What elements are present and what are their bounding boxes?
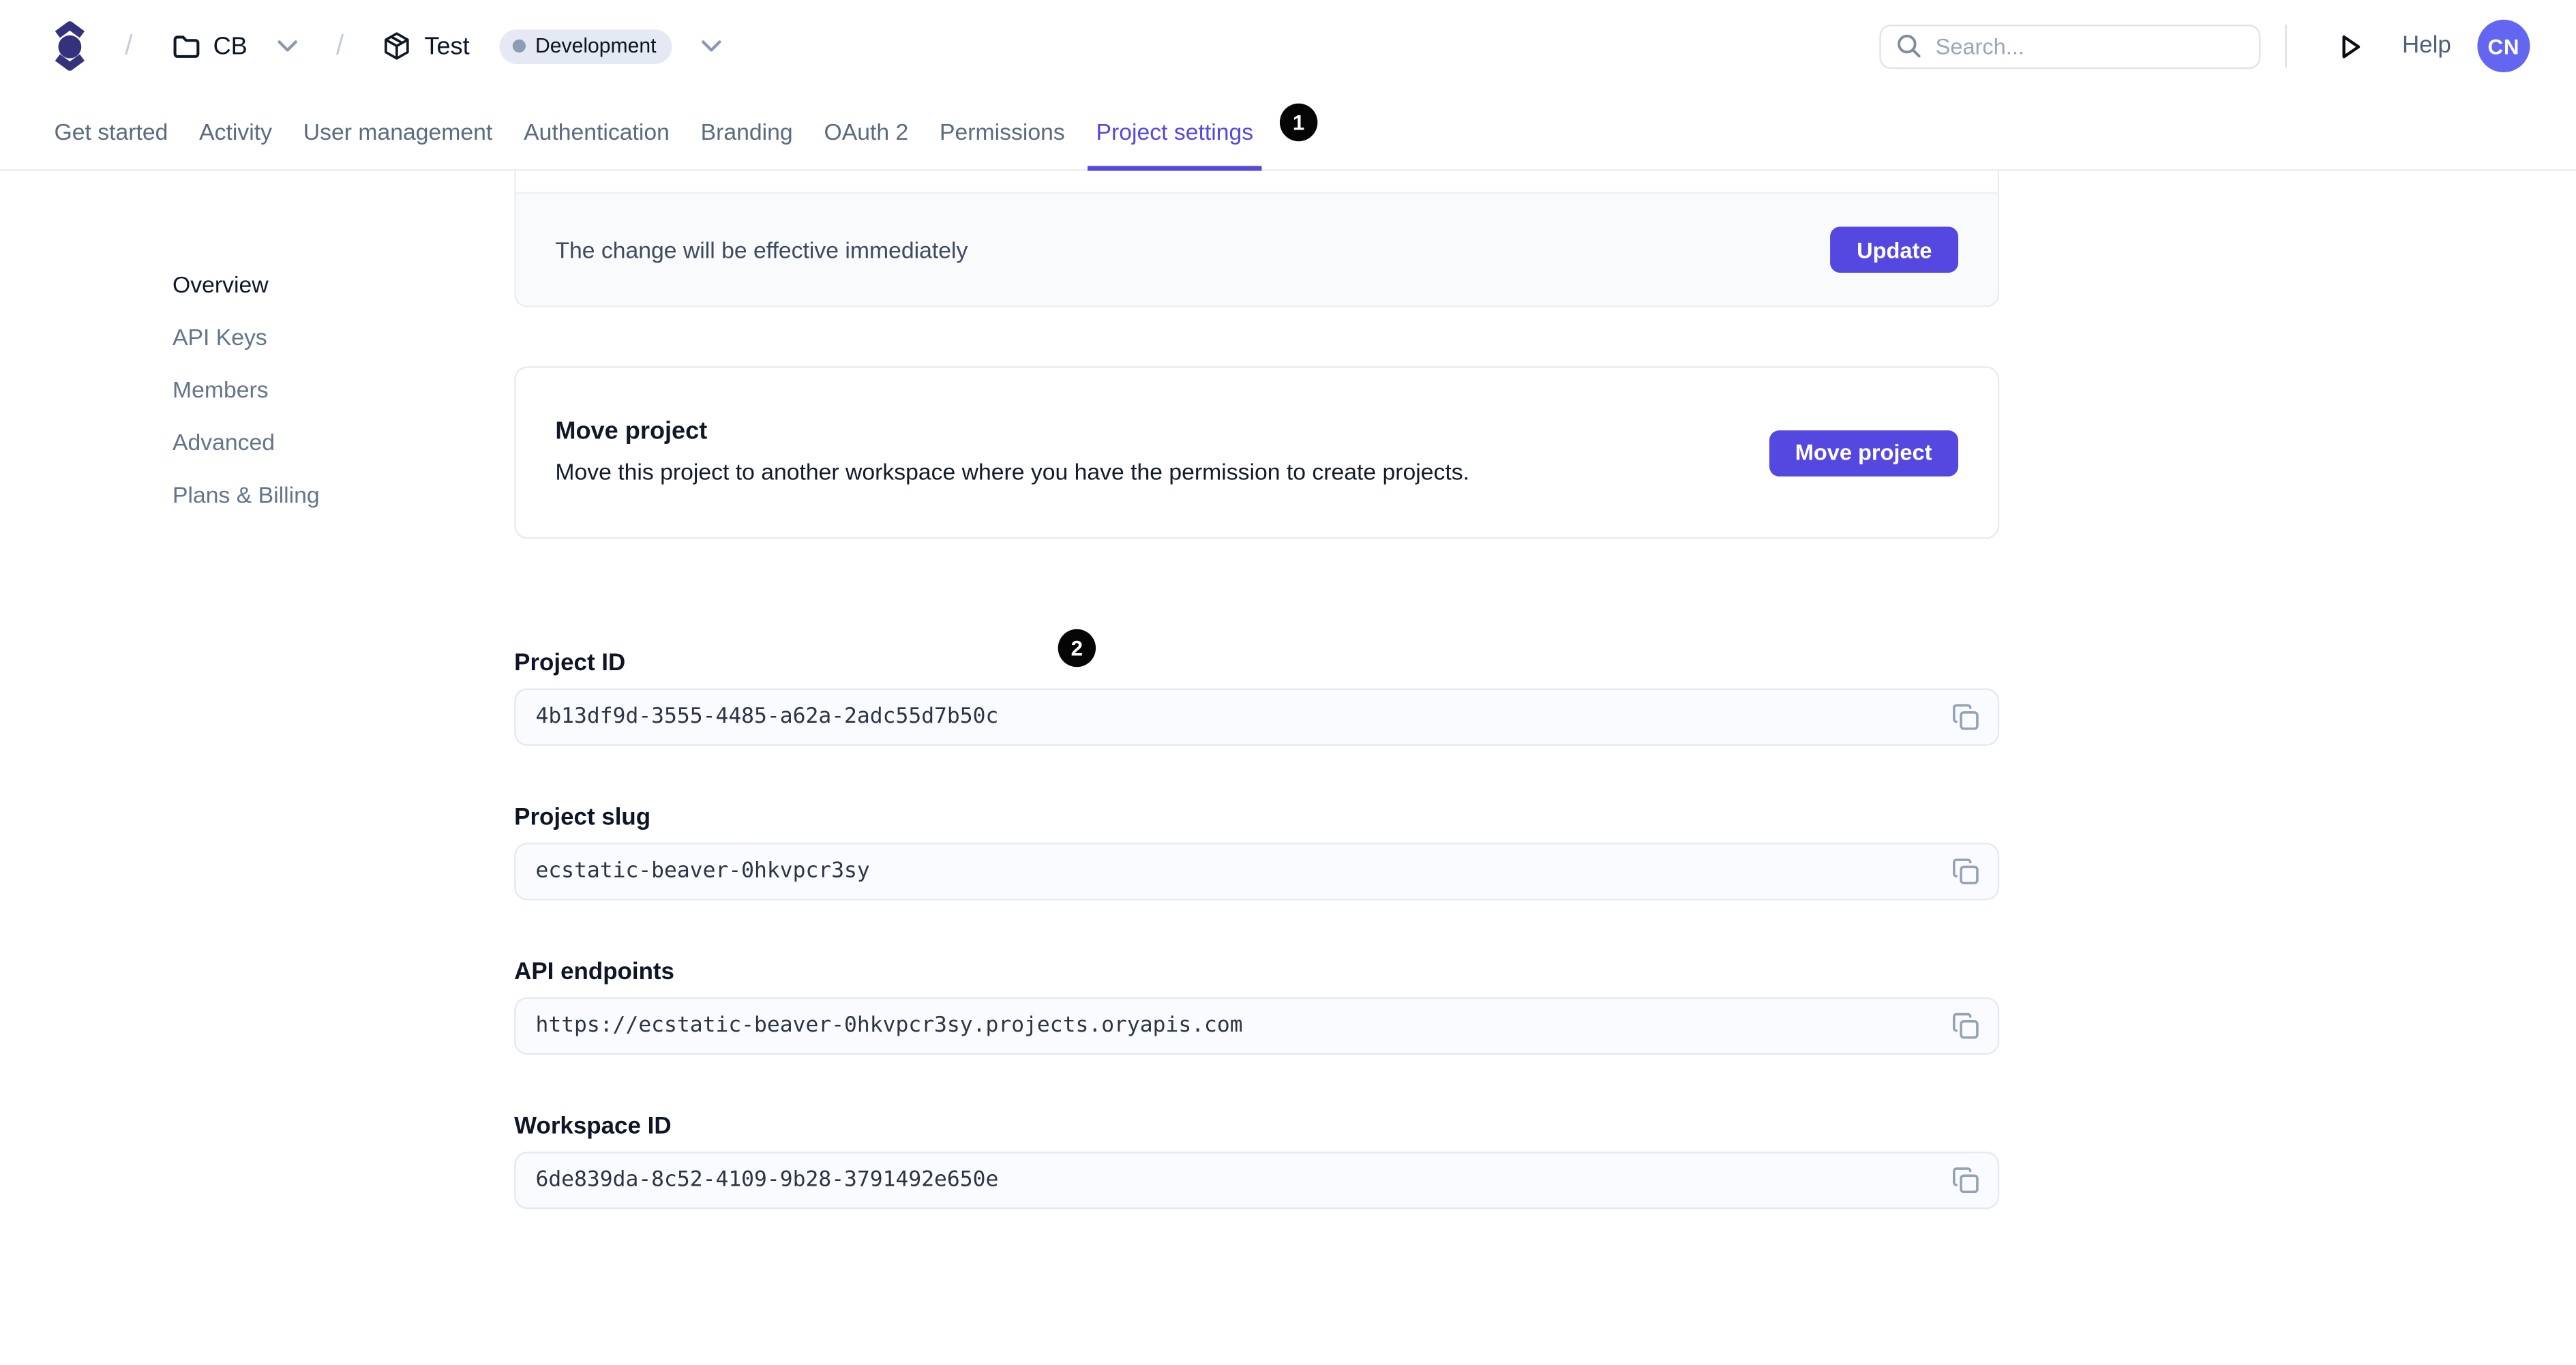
tab-project-settings[interactable]: Project settings bbox=[1088, 92, 1261, 171]
play-button[interactable] bbox=[2331, 25, 2369, 66]
annotation-badge-1: 1 bbox=[1279, 103, 1318, 142]
tab-authentication[interactable]: Authentication bbox=[524, 92, 670, 169]
app-root: / CB / Test Development Search... Help C… bbox=[0, 0, 2576, 1365]
tab-branding[interactable]: Branding bbox=[701, 92, 793, 169]
chevron-down-icon bbox=[702, 40, 722, 52]
search-input[interactable] bbox=[1879, 23, 2261, 68]
project-slug-value: ecstatic-beaver-0hkvpcr3sy bbox=[535, 859, 870, 884]
breadcrumb-separator: / bbox=[335, 29, 344, 61]
workspace-switcher[interactable]: CB bbox=[172, 32, 297, 60]
update-button[interactable]: Update bbox=[1830, 226, 1959, 273]
update-note: The change will be effective immediately bbox=[555, 236, 968, 263]
header-actions: Help CN bbox=[1879, 19, 2530, 73]
avatar[interactable]: CN bbox=[2477, 19, 2530, 73]
top-bar: / CB / Test Development Search... Help C… bbox=[0, 0, 2576, 92]
field-label: Project ID bbox=[514, 650, 626, 677]
header-divider bbox=[2285, 25, 2288, 68]
tab-oauth2[interactable]: OAuth 2 bbox=[824, 92, 908, 169]
field-label: API endpoints bbox=[514, 959, 675, 986]
breadcrumb-separator: / bbox=[125, 29, 133, 61]
field-project-slug: Project slug ecstatic-beaver-0hkvpcr3sy bbox=[514, 805, 2000, 901]
move-project-text: Move project Move this project to anothe… bbox=[555, 417, 1469, 488]
sidebar-item-overview[interactable]: Overview bbox=[173, 268, 514, 301]
update-card: The change will be effective immediately… bbox=[514, 170, 2000, 308]
project-switcher[interactable]: Test Development bbox=[383, 29, 722, 63]
settings-sidebar: Overview API Keys Members Advanced Plans… bbox=[0, 171, 514, 531]
tab-permissions[interactable]: Permissions bbox=[940, 92, 1065, 169]
workspace-id-value: 6de839da-8c52-4109-9b28-3791492e650e bbox=[535, 1168, 999, 1193]
update-card-footer: The change will be effective immediately… bbox=[515, 192, 1998, 306]
api-endpoints-value: https://ecstatic-beaver-0hkvpcr3sy.proje… bbox=[535, 1013, 1243, 1038]
tab-activity[interactable]: Activity bbox=[199, 92, 272, 169]
tab-get-started[interactable]: Get started bbox=[55, 92, 168, 169]
settings-content: The change will be effective immediately… bbox=[514, 170, 2000, 1210]
ory-logo-icon[interactable] bbox=[55, 21, 86, 71]
environment-dot-icon bbox=[512, 39, 526, 53]
copy-button[interactable] bbox=[1951, 858, 1979, 886]
project-slug-input[interactable]: ecstatic-beaver-0hkvpcr3sy bbox=[514, 843, 2000, 901]
sidebar-item-api-keys[interactable]: API Keys bbox=[173, 320, 514, 353]
field-label: Workspace ID bbox=[514, 1113, 672, 1141]
workspace-id-input[interactable]: 6de839da-8c52-4109-9b28-3791492e650e bbox=[514, 1151, 2000, 1210]
folder-icon bbox=[172, 33, 200, 58]
page-body: Overview API Keys Members Advanced Plans… bbox=[0, 170, 2576, 1210]
copy-button[interactable] bbox=[1951, 1012, 1979, 1040]
field-workspace-id: Workspace ID 6de839da-8c52-4109-9b28-379… bbox=[514, 1113, 2000, 1210]
package-icon bbox=[383, 31, 411, 61]
sidebar-item-plans-billing[interactable]: Plans & Billing bbox=[173, 478, 514, 511]
field-project-id: Project ID 4b13df9d-3555-4485-a62a-2adc5… bbox=[514, 650, 2000, 746]
move-project-card: Move project Move this project to anothe… bbox=[514, 366, 2000, 539]
tab-user-management[interactable]: User management bbox=[303, 92, 492, 169]
sidebar-item-members[interactable]: Members bbox=[173, 373, 514, 406]
move-project-button[interactable]: Move project bbox=[1769, 430, 1959, 476]
environment-badge: Development bbox=[499, 29, 673, 63]
move-project-title: Move project bbox=[555, 417, 708, 445]
breadcrumb: / CB / Test Development bbox=[55, 21, 722, 71]
search-box bbox=[1879, 23, 2261, 68]
help-link[interactable]: Help bbox=[2402, 33, 2451, 59]
api-endpoints-input[interactable]: https://ecstatic-beaver-0hkvpcr3sy.proje… bbox=[514, 997, 2000, 1055]
annotation-badge-2: 2 bbox=[1058, 629, 1096, 668]
chevron-down-icon bbox=[277, 40, 297, 52]
workspace-name: CB bbox=[213, 31, 248, 60]
copy-button[interactable] bbox=[1951, 703, 1979, 731]
search-icon bbox=[1896, 33, 1923, 59]
sidebar-item-advanced[interactable]: Advanced bbox=[173, 425, 514, 458]
project-name: Test bbox=[424, 31, 470, 60]
environment-label: Development bbox=[535, 34, 657, 58]
update-card-body bbox=[515, 170, 1998, 192]
field-api-endpoints: API endpoints https://ecstatic-beaver-0h… bbox=[514, 959, 2000, 1055]
project-id-value: 4b13df9d-3555-4485-a62a-2adc55d7b50c bbox=[535, 704, 999, 730]
copy-button[interactable] bbox=[1951, 1167, 1979, 1195]
move-project-description: Move this project to another workspace w… bbox=[555, 458, 1469, 485]
project-id-input[interactable]: 4b13df9d-3555-4485-a62a-2adc55d7b50c bbox=[514, 688, 2000, 746]
field-label: Project slug bbox=[514, 805, 651, 832]
